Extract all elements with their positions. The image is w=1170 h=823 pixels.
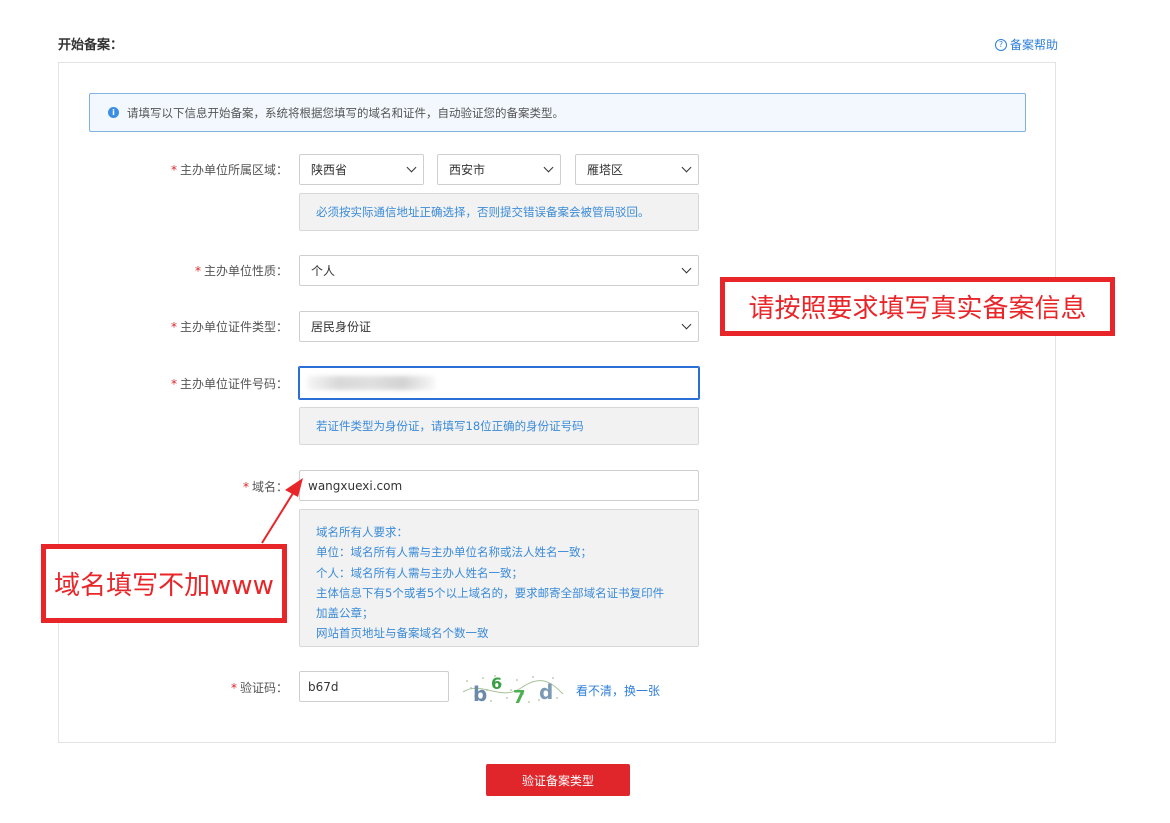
domain-tip: 域名所有人要求： 单位：域名所有人需与主办单位名称或法人姓名一致； 个人：域名所… [299, 509, 699, 647]
cert-type-value: 居民身份证 [311, 320, 372, 334]
captcha-char: 6 [491, 674, 502, 693]
region-label: * 主办单位所属区域： [170, 163, 288, 177]
chevron-down-icon [681, 263, 692, 274]
annotation-arrow [261, 478, 303, 544]
domain-tip-line: 主体信息下有5个或者5个以上域名的，要求邮寄全部域名证书复印件 [316, 585, 665, 600]
help-link[interactable]: ? 备案帮助 [995, 36, 1058, 53]
captcha-label: * 验证码： [230, 681, 288, 695]
captcha-char: b [473, 682, 487, 706]
verify-type-button[interactable]: 验证备案类型 [486, 764, 630, 796]
annotation-real-info: 请按照要求填写真实备案信息 [720, 277, 1115, 336]
cert-number-input[interactable] [298, 366, 700, 400]
cert-number-tip: 若证件类型为身份证，请填写18位正确的身份证号码 [299, 407, 699, 445]
province-select[interactable]: 陕西省 [299, 154, 424, 185]
info-icon: i [108, 107, 119, 118]
domain-input[interactable]: wangxuexi.com [299, 470, 699, 501]
domain-tip-line: 单位：域名所有人需与主办单位名称或法人姓名一致； [316, 545, 592, 560]
domain-tip-line: 域名所有人要求： [316, 525, 408, 539]
captcha-refresh-link[interactable]: 看不清，换一张 [576, 682, 660, 699]
chevron-down-icon [406, 162, 417, 173]
cert-type-select[interactable]: 居民身份证 [299, 311, 699, 342]
district-value: 雁塔区 [587, 163, 624, 177]
captcha-char: d [539, 680, 553, 704]
page-title: 开始备案： [58, 38, 124, 53]
cert-type-label: * 主办单位证件类型： [170, 320, 288, 334]
domain-tip-line: 个人：域名所有人需与主办人姓名一致； [316, 565, 523, 580]
captcha-input[interactable]: b67d [299, 671, 449, 702]
captcha-char: 7 [513, 687, 526, 706]
region-tip: 必须按实际通信地址正确选择，否则提交错误备案会被管局驳回。 [299, 193, 699, 231]
help-link-label: 备案帮助 [1010, 38, 1059, 52]
chevron-down-icon [681, 319, 692, 330]
city-select[interactable]: 西安市 [437, 154, 561, 185]
unit-type-select[interactable]: 个人 [299, 255, 699, 286]
unit-type-value: 个人 [311, 264, 336, 278]
captcha-image[interactable]: b 6 7 d [461, 672, 565, 706]
help-icon: ? [995, 38, 1007, 51]
info-notice: i 请填写以下信息开始备案，系统将根据您填写的域名和证件，自动验证您的备案类型。 [89, 93, 1026, 132]
notice-text: 请填写以下信息开始备案，系统将根据您填写的域名和证件，自动验证您的备案类型。 [127, 105, 564, 120]
domain-tip-line: 网站首页地址与备案域名个数一致 [316, 626, 489, 641]
domain-tip-line: 加盖公章； [316, 606, 374, 621]
chevron-down-icon [681, 162, 692, 173]
district-select[interactable]: 雁塔区 [575, 154, 699, 185]
chevron-down-icon [543, 162, 554, 173]
cert-number-label: * 主办单位证件号码： [170, 377, 288, 391]
province-value: 陕西省 [311, 163, 348, 177]
annotation-no-www: 域名填写不加www [41, 544, 287, 623]
redacted-id-number [307, 376, 435, 390]
city-value: 西安市 [449, 163, 486, 177]
unit-type-label: * 主办单位性质： [194, 264, 288, 278]
